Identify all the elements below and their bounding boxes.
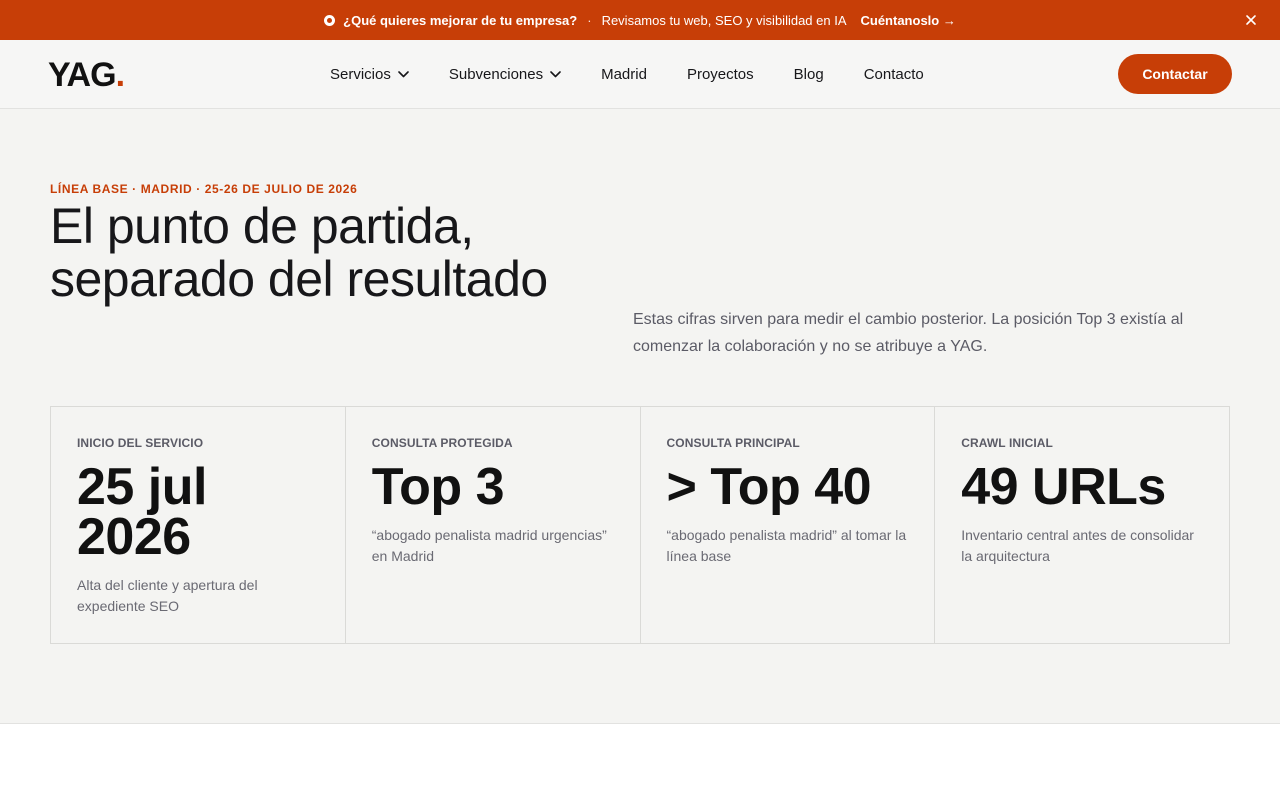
stat-label: CONSULTA PRINCIPAL	[666, 436, 800, 450]
nav-item-label: Madrid	[601, 66, 647, 83]
stat-card-principal: CONSULTA PRINCIPAL > Top 40 “abogado pen…	[641, 407, 936, 643]
nav-item-label: Contacto	[863, 66, 924, 83]
nav-item-label: Subvenciones	[448, 66, 544, 83]
logo-dot: .	[115, 56, 126, 94]
main-navigation: YAG. Servicios Subvenciones Madrid Proye…	[0, 40, 1280, 109]
nav-item-label: Proyectos	[686, 66, 754, 83]
close-icon[interactable]	[1243, 12, 1259, 28]
chevron-down-icon	[550, 71, 561, 78]
stat-value: 49 URLs	[961, 458, 1166, 516]
record-icon	[324, 14, 336, 26]
promo-cta-link[interactable]: Cuéntanoslo →	[861, 13, 956, 28]
stat-label: CONSULTA PROTEGIDA	[371, 436, 513, 450]
promo-separator: ·	[587, 12, 592, 28]
logo-text: YAG	[48, 56, 117, 94]
stat-card-crawl: CRAWL INICIAL 49 URLs Inventario central…	[935, 407, 1229, 643]
stat-value: 25 jul 2026	[77, 458, 207, 566]
stat-description: Inventario central antes de consolidar l…	[961, 527, 1194, 564]
stat-value: > Top 40	[666, 458, 872, 516]
site-logo[interactable]: YAG.	[48, 56, 126, 95]
nav-item-blog[interactable]: Blog	[794, 66, 824, 83]
stat-label: INICIO DEL SERVICIO	[77, 436, 204, 450]
nav-menu: Servicios Subvenciones Madrid Proyectos …	[330, 40, 964, 109]
hero-lead: Estas cifras sirven para medir el cambio…	[633, 311, 1184, 355]
nav-item-label: Servicios	[330, 66, 391, 83]
nav-item-proyectos[interactable]: Proyectos	[687, 66, 754, 83]
contact-button[interactable]: Contactar	[1118, 54, 1232, 94]
page-title: El punto de partida, separado del result…	[50, 198, 548, 307]
stat-description: Alta del cliente y apertura del expedien…	[77, 577, 258, 614]
stats-grid: INICIO DEL SERVICIO 25 jul 2026 Alta del…	[50, 406, 1230, 644]
nav-item-label: Blog	[793, 66, 824, 83]
stat-card-protegida: CONSULTA PROTEGIDA Top 3 “abogado penali…	[346, 407, 641, 643]
stat-description: “abogado penalista madrid urgencias” en …	[371, 527, 607, 564]
promo-banner: ¿Qué quieres mejorar de tu empresa? · Re…	[0, 0, 1280, 40]
chevron-down-icon	[398, 71, 409, 78]
hero-eyebrow: LÍNEA BASE · MADRID · 25-26 DE JULIO DE …	[50, 182, 358, 196]
nav-item-subvenciones[interactable]: Subvenciones	[449, 66, 561, 83]
nav-item-madrid[interactable]: Madrid	[601, 66, 647, 83]
hero-section: LÍNEA BASE · MADRID · 25-26 DE JULIO DE …	[0, 109, 1280, 724]
stat-label: CRAWL INICIAL	[961, 436, 1053, 450]
stat-description: “abogado penalista madrid” al tomar la l…	[666, 527, 907, 564]
nav-item-servicios[interactable]: Servicios	[330, 66, 409, 83]
stat-value: Top 3	[371, 458, 505, 516]
promo-text: Revisamos tu web, SEO y visibilidad en I…	[601, 12, 847, 28]
stat-card-inicio: INICIO DEL SERVICIO 25 jul 2026 Alta del…	[51, 407, 346, 643]
promo-question: ¿Qué quieres mejorar de tu empresa?	[343, 12, 578, 28]
nav-item-contacto[interactable]: Contacto	[864, 66, 924, 83]
